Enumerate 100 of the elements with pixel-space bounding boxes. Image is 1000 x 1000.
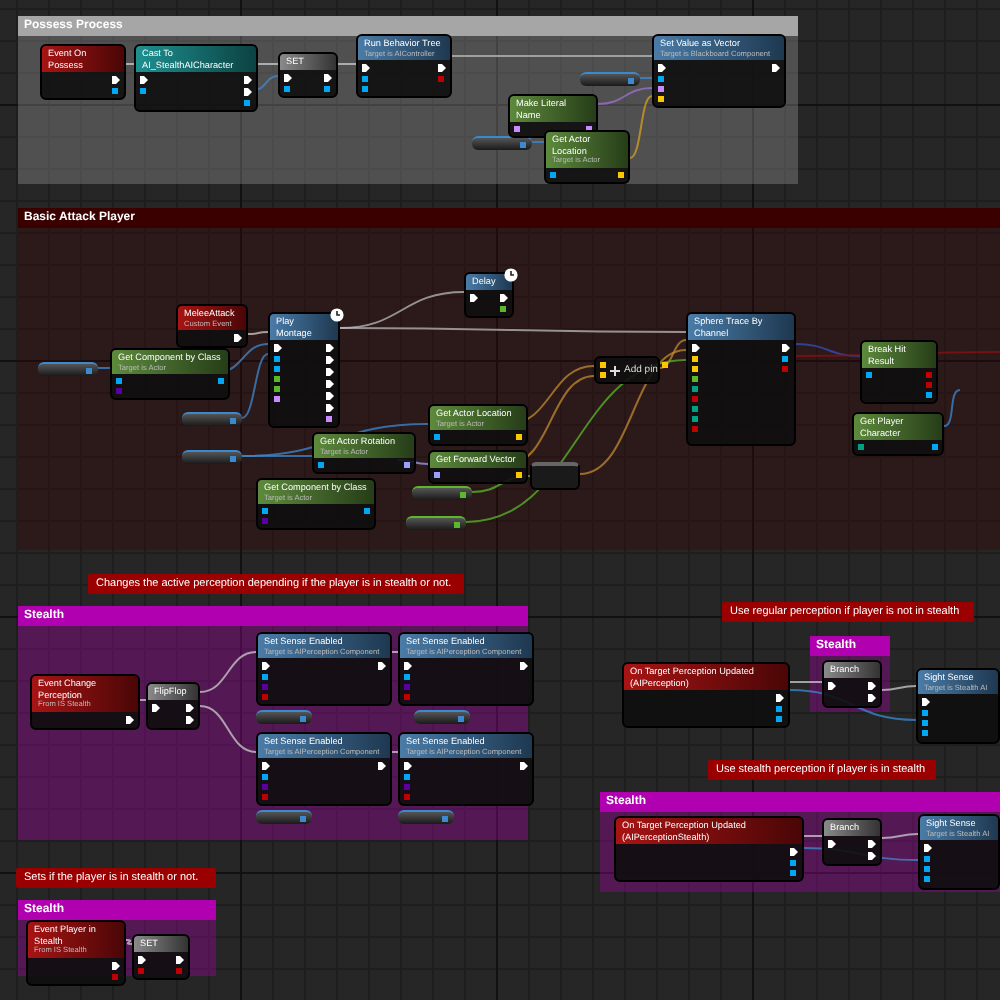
exec-pin-icon[interactable] — [692, 344, 700, 352]
connection-wire — [531, 141, 545, 143]
exec-pin-icon[interactable] — [326, 356, 334, 364]
variable-node[interactable] — [182, 412, 242, 426]
data-pin-icon[interactable] — [922, 710, 928, 717]
exec-pin-icon[interactable] — [520, 662, 528, 671]
exec-pin-icon[interactable] — [112, 76, 120, 84]
data-pin-icon[interactable] — [262, 774, 268, 781]
exec-pin-icon[interactable] — [924, 844, 932, 853]
variable-node[interactable] — [580, 72, 640, 86]
data-pin-icon[interactable] — [404, 774, 410, 781]
data-pin-icon[interactable] — [284, 85, 290, 91]
exec-pin-icon[interactable] — [500, 293, 508, 301]
variable-node[interactable] — [256, 710, 312, 724]
variable-node[interactable] — [414, 710, 470, 724]
exec-pin-icon[interactable] — [790, 848, 798, 856]
exec-pin-icon[interactable] — [284, 73, 292, 81]
exec-pin-icon[interactable] — [140, 76, 148, 84]
exec-pin-icon[interactable] — [324, 73, 332, 81]
operator-node[interactable] — [530, 462, 580, 490]
exec-pin-icon[interactable] — [772, 64, 780, 73]
data-pin-icon[interactable] — [404, 462, 410, 469]
exec-pin-icon[interactable] — [922, 698, 930, 707]
variable-node[interactable] — [472, 136, 532, 150]
exec-pin-icon[interactable] — [782, 344, 790, 352]
exec-pin-icon[interactable] — [326, 392, 334, 400]
data-pin-icon[interactable] — [434, 471, 440, 477]
data-pin-icon[interactable] — [434, 434, 440, 441]
exec-pin-icon[interactable] — [868, 851, 876, 859]
exec-pin-icon[interactable] — [438, 64, 446, 73]
data-pin-icon[interactable] — [364, 508, 370, 515]
data-pin-icon[interactable] — [924, 866, 930, 873]
data-pin-icon[interactable] — [618, 171, 624, 178]
data-pin-icon[interactable] — [324, 85, 330, 91]
exec-pin-icon[interactable] — [868, 839, 876, 847]
exec-pin-icon[interactable] — [262, 662, 270, 671]
data-pin-icon[interactable] — [658, 76, 664, 83]
exec-pin-icon[interactable] — [176, 955, 184, 963]
variable-node[interactable] — [182, 450, 242, 464]
data-pin-icon[interactable] — [262, 508, 268, 515]
exec-pin-icon[interactable] — [326, 368, 334, 376]
variable-node[interactable] — [406, 516, 466, 530]
plus-icon[interactable] — [610, 365, 620, 375]
data-pin-icon[interactable] — [262, 674, 268, 681]
data-pin-icon[interactable] — [658, 86, 664, 93]
data-pin-icon[interactable] — [924, 856, 930, 863]
connection-wire — [943, 389, 961, 427]
exec-pin-icon[interactable] — [658, 64, 666, 73]
exec-pin-icon[interactable] — [244, 76, 252, 84]
exec-pin-icon[interactable] — [126, 715, 134, 724]
connection-wire — [881, 833, 919, 839]
data-pin-icon[interactable] — [116, 378, 122, 385]
data-pin-icon[interactable] — [362, 76, 368, 83]
connection-wire — [789, 681, 823, 683]
data-pin-icon[interactable] — [922, 720, 928, 727]
data-pin-icon[interactable] — [550, 171, 556, 178]
exec-pin-icon[interactable] — [404, 662, 412, 671]
exec-pin-icon[interactable] — [470, 293, 478, 301]
connection-wire — [247, 331, 269, 335]
data-pin-icon[interactable] — [661, 362, 668, 368]
exec-pin-icon[interactable] — [362, 64, 370, 73]
exec-pin-icon[interactable] — [868, 681, 876, 689]
variable-node[interactable] — [38, 362, 98, 376]
exec-pin-icon[interactable] — [326, 380, 334, 388]
connection-wire — [253, 75, 279, 91]
data-pin-icon[interactable] — [218, 378, 224, 385]
exec-pin-icon[interactable] — [152, 703, 160, 711]
exec-pin-icon[interactable] — [828, 839, 836, 847]
exec-pin-icon[interactable] — [868, 693, 876, 701]
data-pin-icon[interactable] — [658, 96, 664, 103]
exec-pin-icon[interactable] — [378, 762, 386, 771]
variable-node[interactable] — [412, 486, 472, 500]
exec-pin-icon[interactable] — [378, 662, 386, 671]
data-pin-icon[interactable] — [516, 434, 522, 441]
exec-pin-icon[interactable] — [186, 715, 194, 723]
exec-pin-icon[interactable] — [274, 344, 282, 352]
exec-pin-icon[interactable] — [326, 404, 334, 412]
data-pin-icon[interactable] — [362, 86, 368, 93]
data-pin-icon[interactable] — [924, 876, 930, 883]
connection-wire — [97, 367, 111, 369]
exec-pin-icon[interactable] — [234, 334, 242, 343]
exec-pin-icon[interactable] — [186, 703, 194, 711]
data-pin-icon[interactable] — [318, 462, 324, 469]
exec-pin-icon[interactable] — [244, 88, 252, 96]
exec-pin-icon[interactable] — [776, 694, 784, 702]
exec-pin-icon[interactable] — [138, 955, 146, 963]
exec-pin-icon[interactable] — [262, 762, 270, 771]
variable-node[interactable] — [398, 810, 454, 824]
connection-wire — [125, 939, 133, 945]
data-pin-icon[interactable] — [922, 730, 928, 737]
data-pin-icon[interactable] — [516, 471, 522, 477]
data-pin-icon[interactable] — [500, 305, 506, 311]
exec-pin-icon[interactable] — [326, 344, 334, 352]
exec-pin-icon[interactable] — [112, 961, 120, 970]
connection-wire — [337, 63, 357, 65]
exec-pin-icon[interactable] — [828, 681, 836, 689]
data-pin-icon[interactable] — [404, 674, 410, 681]
exec-pin-icon[interactable] — [520, 762, 528, 771]
variable-node[interactable] — [256, 810, 312, 824]
exec-pin-icon[interactable] — [404, 762, 412, 771]
